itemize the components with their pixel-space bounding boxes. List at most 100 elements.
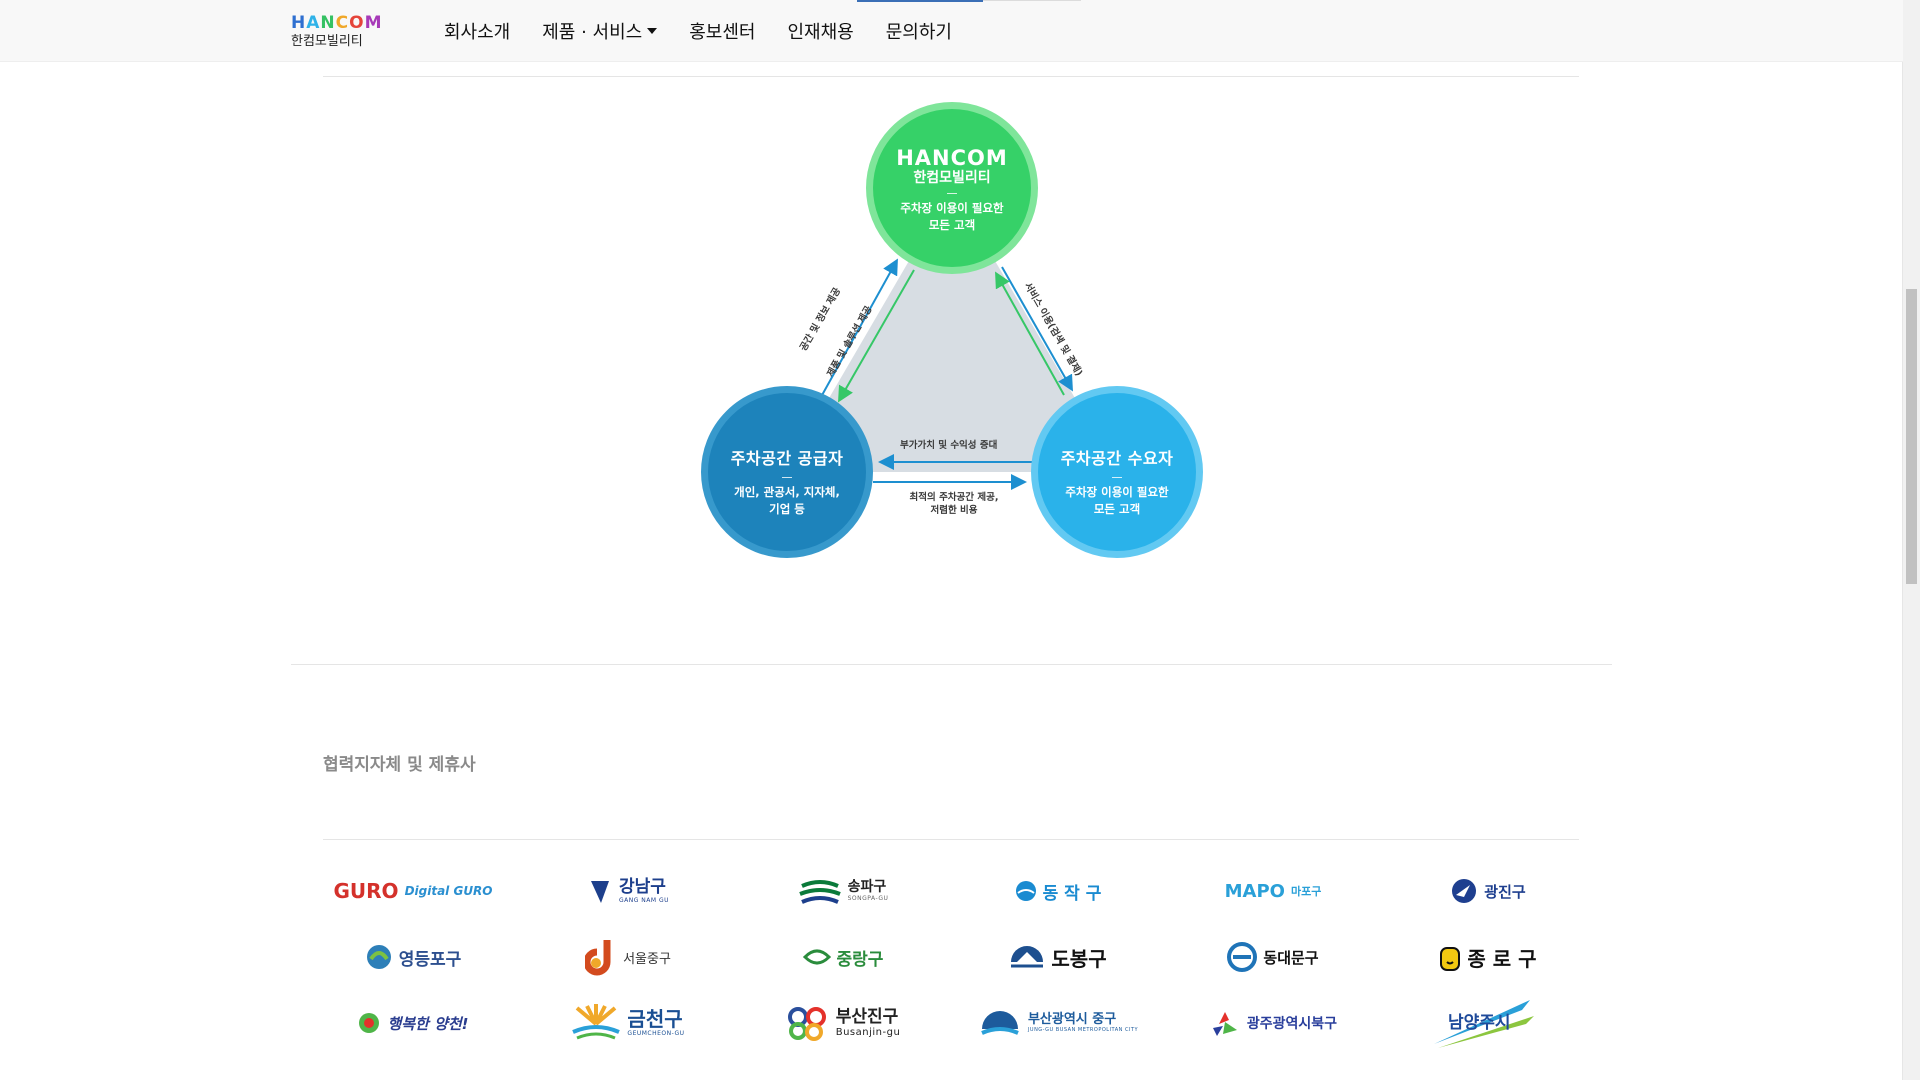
partner-name: 부산광역시 중구: [1027, 1012, 1117, 1027]
partner-name: 영등포구: [398, 949, 462, 970]
node-brand: HANCOM: [896, 146, 1008, 170]
partner-name: 부산진구: [835, 1006, 899, 1027]
top-navbar: HANCOM 한컴모빌리티 회사소개 제품 · 서비스 홍보센터 인재채용 문의…: [0, 0, 1903, 62]
partner-name: 남양주시: [1448, 1013, 1511, 1033]
nav-item-products-services[interactable]: 제품 · 서비스: [542, 18, 658, 44]
caret-down-icon: [647, 27, 658, 34]
node-desc-line: 모든 고객: [1093, 502, 1141, 516]
namyangju-logo-icon: 남양주시: [1434, 1000, 1534, 1048]
partner-name-en: JUNG-GU BUSAN METROPOLITAN CITY: [1027, 1027, 1139, 1033]
partner-logo-dongdaemun[interactable]: 동대문구: [1183, 932, 1363, 982]
partner-logo-busanjin[interactable]: 부산진구 Busanjin-gu: [753, 998, 933, 1048]
mapo-logo-icon: MAPO: [1224, 880, 1285, 902]
node-desc-line: 주차장 이용이 필요한: [900, 201, 1004, 215]
node-desc-line: 기업 등: [769, 502, 805, 516]
partner-logo-seoul-junggu[interactable]: 서울중구: [538, 932, 718, 982]
section-divider: [323, 76, 1579, 77]
section-divider: [291, 664, 1612, 665]
node-brand-sub: 한컴모빌리티: [913, 170, 991, 186]
partner-logo-guro[interactable]: GURO Digital GURO: [323, 866, 503, 916]
partner-name: 광진구: [1484, 882, 1526, 901]
partner-name: 행복한 양천!: [387, 1014, 469, 1033]
node-divider: [1112, 477, 1122, 478]
partner-name-stack: 송파구 SONGPA-GU: [848, 880, 889, 902]
partner-logo-jungnang[interactable]: 중랑구: [753, 932, 933, 982]
nav-item-company[interactable]: 회사소개: [444, 18, 510, 44]
main-nav: 회사소개 제품 · 서비스 홍보센터 인재채용 문의하기: [444, 0, 984, 61]
node-divider: [947, 193, 957, 194]
partner-logo-mapo[interactable]: MAPO 마포구: [1183, 866, 1363, 916]
yeongdeungpo-logo-icon: [366, 945, 391, 969]
partner-logo-yeongdeungpo[interactable]: 영등포구: [323, 932, 503, 982]
nav-item-contact[interactable]: 문의하기: [886, 18, 952, 44]
logo-letter: H: [291, 13, 306, 33]
dongdaemun-logo-icon: [1227, 942, 1258, 972]
page-scrollbar[interactable]: [1902, 0, 1920, 1080]
node-desc: 개인, 관공서, 지자체, 기업 등: [708, 484, 866, 518]
partner-logo-dongjak[interactable]: 동 작 구: [968, 866, 1148, 916]
jongno-logo-icon: [1440, 947, 1461, 971]
partner-logo-jongno[interactable]: 종 로 구: [1398, 932, 1578, 982]
partner-name-en: SONGPA-GU: [847, 895, 889, 902]
partner-name-en: GEUMCHEON-GU: [627, 1030, 685, 1037]
partner-logo-yangcheon[interactable]: 행복한 양천!: [323, 998, 503, 1048]
partner-name: 광주광역시북구: [1246, 1016, 1338, 1032]
hancom-mobility-logo[interactable]: HANCOM 한컴모빌리티: [291, 14, 387, 50]
busan-junggu-logo-icon: [981, 1011, 1019, 1035]
partner-logo-gwangjin[interactable]: 광진구: [1398, 866, 1578, 916]
partner-logo-geumcheon[interactable]: 금천구 GEUMCHEON-GU: [538, 998, 718, 1048]
node-desc: 주차장 이용이 필요한 모든 고객: [873, 200, 1031, 234]
partner-name: 도봉구: [1051, 946, 1107, 971]
partner-logo-gangnam[interactable]: 강남구 GANG NAM GU: [538, 866, 718, 916]
partners-section-title: 협력지자체 및 제휴사: [323, 755, 476, 775]
logo-wordmark: HANCOM: [291, 14, 382, 32]
partner-name: 서울중구: [623, 951, 671, 967]
logo-letter: O: [349, 13, 364, 33]
partner-logo-gwangju-bukgu[interactable]: 광주광역시북구: [1183, 998, 1363, 1048]
node-desc-line: 개인, 관공서, 지자체,: [734, 485, 840, 499]
partner-name-stack: 부산광역시 중구 JUNG-GU BUSAN METROPOLITAN CITY: [1028, 1013, 1138, 1033]
edge-label-added-value: 부가가치 및 수익성 증대: [900, 440, 998, 451]
gwangjin-logo-icon: [1452, 879, 1477, 903]
partner-name-en: GANG NAM GU: [618, 896, 670, 904]
nav-item-pr-center[interactable]: 홍보센터: [689, 18, 755, 44]
partner-name: 동대문구: [1263, 948, 1319, 967]
partner-name: Digital GURO: [404, 884, 493, 898]
jungnang-logo-icon: [802, 949, 831, 965]
partner-name: 동 작 구: [1042, 883, 1102, 904]
logo-letter: A: [306, 13, 320, 33]
seoul-junggu-logo-icon: [585, 940, 611, 976]
partner-name: 중랑구: [836, 949, 884, 970]
partner-name: 강남구: [618, 876, 666, 897]
node-desc: 주차장 이용이 필요한 모든 고객: [1038, 484, 1196, 518]
hancom-mobility-node: HANCOM 한컴모빌리티 주차장 이용이 필요한 모든 고객: [866, 102, 1038, 274]
nav-item-label: 제품 · 서비스: [542, 21, 643, 43]
edge-label-line: 저렴한 비용: [930, 505, 978, 516]
yangcheon-logo-icon: [359, 1013, 380, 1033]
logo-letter: M: [364, 13, 382, 33]
partner-name: 마포구: [1290, 885, 1322, 898]
partner-logo-dobong[interactable]: 도봉구: [968, 932, 1148, 982]
partner-logo-songpa[interactable]: 송파구 SONGPA-GU: [753, 866, 933, 916]
node-divider: [782, 477, 792, 478]
partner-name-stack: 부산진구 Busanjin-gu: [835, 1006, 901, 1038]
partner-name-stack: 강남구 GANG NAM GU: [618, 876, 670, 904]
node-desc-line: 모든 고객: [928, 218, 976, 232]
partner-name-stack: 금천구 GEUMCHEON-GU: [627, 1009, 684, 1037]
partner-name: 송파구: [847, 879, 887, 895]
logo-letter: N: [320, 13, 335, 33]
nav-item-careers[interactable]: 인재채용: [787, 18, 853, 44]
geumcheon-logo-icon: [572, 1004, 621, 1040]
partner-name: 종 로 구: [1467, 946, 1537, 971]
edge-label-line: 최적의 주차공간 제공,: [909, 492, 999, 503]
partner-logo-namyangju[interactable]: 남양주시: [1398, 998, 1578, 1048]
partner-name: 금천구: [627, 1007, 683, 1031]
parking-consumer-node: 주차공간 수요자 주차장 이용이 필요한 모든 고객: [1031, 386, 1203, 558]
logo-letter: C: [335, 13, 349, 33]
partner-logo-busan-junggu[interactable]: 부산광역시 중구 JUNG-GU BUSAN METROPOLITAN CITY: [968, 998, 1148, 1048]
edge-label-optimal-space: 최적의 주차공간 제공, 저렴한 비용: [904, 491, 1004, 517]
busanjin-logo-icon: [787, 1007, 826, 1041]
gwangju-bukgu-logo-icon: [1212, 1012, 1237, 1036]
scrollbar-thumb[interactable]: [1906, 289, 1917, 584]
dobong-logo-icon: [1011, 946, 1044, 968]
